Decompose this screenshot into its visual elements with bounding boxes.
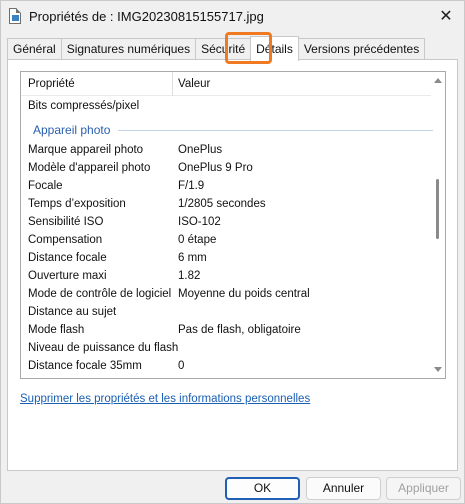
group-header-camera: Appareil photo xyxy=(33,121,433,139)
vertical-scrollbar[interactable] xyxy=(431,72,445,378)
property-name: Mode de contrôle de logiciel xyxy=(28,288,172,300)
property-value: Moyenne du poids central xyxy=(178,288,310,300)
properties-dialog: Propriétés de : IMG20230815155717.jpg ✕ … xyxy=(0,0,465,504)
column-header-property[interactable]: Propriété xyxy=(28,78,75,90)
tab-previous-versions[interactable]: Versions précédentes xyxy=(297,38,426,60)
tab-digital-signatures[interactable]: Signatures numériques xyxy=(60,38,197,60)
list-header: Propriété Valeur xyxy=(21,72,431,96)
property-name: Distance focale xyxy=(28,252,107,264)
list-item[interactable]: Niveau de puissance du flash xyxy=(21,340,431,358)
property-value: 1/2805 secondes xyxy=(178,198,266,210)
property-value: 6 mm xyxy=(178,252,207,264)
property-value: 0 étape xyxy=(178,234,217,246)
list-item[interactable]: Focale F/1.9 xyxy=(21,178,431,196)
tab-security[interactable]: Sécurité xyxy=(195,38,252,60)
scroll-up-icon[interactable] xyxy=(434,78,442,83)
window-title: Propriétés de : IMG20230815155717.jpg xyxy=(29,9,264,24)
list-item[interactable]: Distance focale 6 mm xyxy=(21,250,431,268)
scrollbar-thumb[interactable] xyxy=(436,179,439,239)
list-item[interactable]: Temps d’exposition 1/2805 secondes xyxy=(21,196,431,214)
close-button[interactable]: ✕ xyxy=(432,4,460,28)
property-name: Temps d’exposition xyxy=(28,198,126,210)
properties-list[interactable]: Propriété Valeur Bits compressés/pixel A… xyxy=(20,71,446,379)
property-value: OnePlus 9 Pro xyxy=(178,162,253,174)
remove-properties-link[interactable]: Supprimer les propriétés et les informat… xyxy=(20,393,310,405)
group-title: Appareil photo xyxy=(33,123,111,137)
property-value: ISO-102 xyxy=(178,216,221,228)
tab-strip: Général Signatures numériques Sécurité D… xyxy=(7,36,426,61)
list-item[interactable]: Sensibilité ISO ISO-102 xyxy=(21,214,431,232)
cancel-button[interactable]: Annuler xyxy=(306,477,381,500)
tab-general[interactable]: Général xyxy=(7,38,62,60)
property-value: 1.82 xyxy=(178,270,201,282)
list-item[interactable]: Distance au sujet xyxy=(21,304,431,322)
list-item[interactable]: Ouverture maxi 1.82 xyxy=(21,268,431,286)
property-name: Distance focale 35mm xyxy=(28,360,142,372)
list-item[interactable]: Distance focale 35mm 0 xyxy=(21,358,431,376)
property-value: 0 xyxy=(178,360,185,372)
property-value: F/1.9 xyxy=(178,180,205,192)
scroll-down-icon[interactable] xyxy=(434,367,442,372)
column-divider[interactable] xyxy=(172,72,173,96)
apply-button[interactable]: Appliquer xyxy=(386,477,461,500)
property-name: Niveau de puissance du flash xyxy=(28,342,179,354)
property-name: Compensation xyxy=(28,234,103,246)
list-item[interactable]: Mode flash Pas de flash, obligatoire xyxy=(21,322,431,340)
column-header-value[interactable]: Valeur xyxy=(178,78,210,90)
property-name: Focale xyxy=(28,180,63,192)
title-bar: Propriétés de : IMG20230815155717.jpg ✕ xyxy=(1,1,465,33)
property-name: Ouverture maxi xyxy=(28,270,107,282)
details-panel: Propriété Valeur Bits compressés/pixel A… xyxy=(7,59,458,471)
image-file-icon xyxy=(9,8,21,24)
property-name: Bits compressés/pixel xyxy=(28,100,140,112)
list-item[interactable]: Marque appareil photo OnePlus xyxy=(21,142,431,160)
list-item[interactable]: Bits compressés/pixel xyxy=(21,98,431,116)
property-name: Distance au sujet xyxy=(28,306,117,318)
property-value: Pas de flash, obligatoire xyxy=(178,324,301,336)
close-icon: ✕ xyxy=(439,8,453,25)
group-divider xyxy=(118,129,433,131)
tab-details[interactable]: Détails xyxy=(250,36,299,61)
ok-button[interactable]: OK xyxy=(225,477,300,500)
property-name: Modèle d'appareil photo xyxy=(28,162,151,174)
list-item[interactable]: Mode de contrôle de logiciel Moyenne du p… xyxy=(21,286,431,304)
list-item[interactable]: Modèle d'appareil photo OnePlus 9 Pro xyxy=(21,160,431,178)
property-name: Marque appareil photo xyxy=(28,144,144,156)
property-value: OnePlus xyxy=(178,144,223,156)
property-name: Sensibilité ISO xyxy=(28,216,104,228)
property-name: Mode flash xyxy=(28,324,85,336)
list-item[interactable]: Compensation 0 étape xyxy=(21,232,431,250)
